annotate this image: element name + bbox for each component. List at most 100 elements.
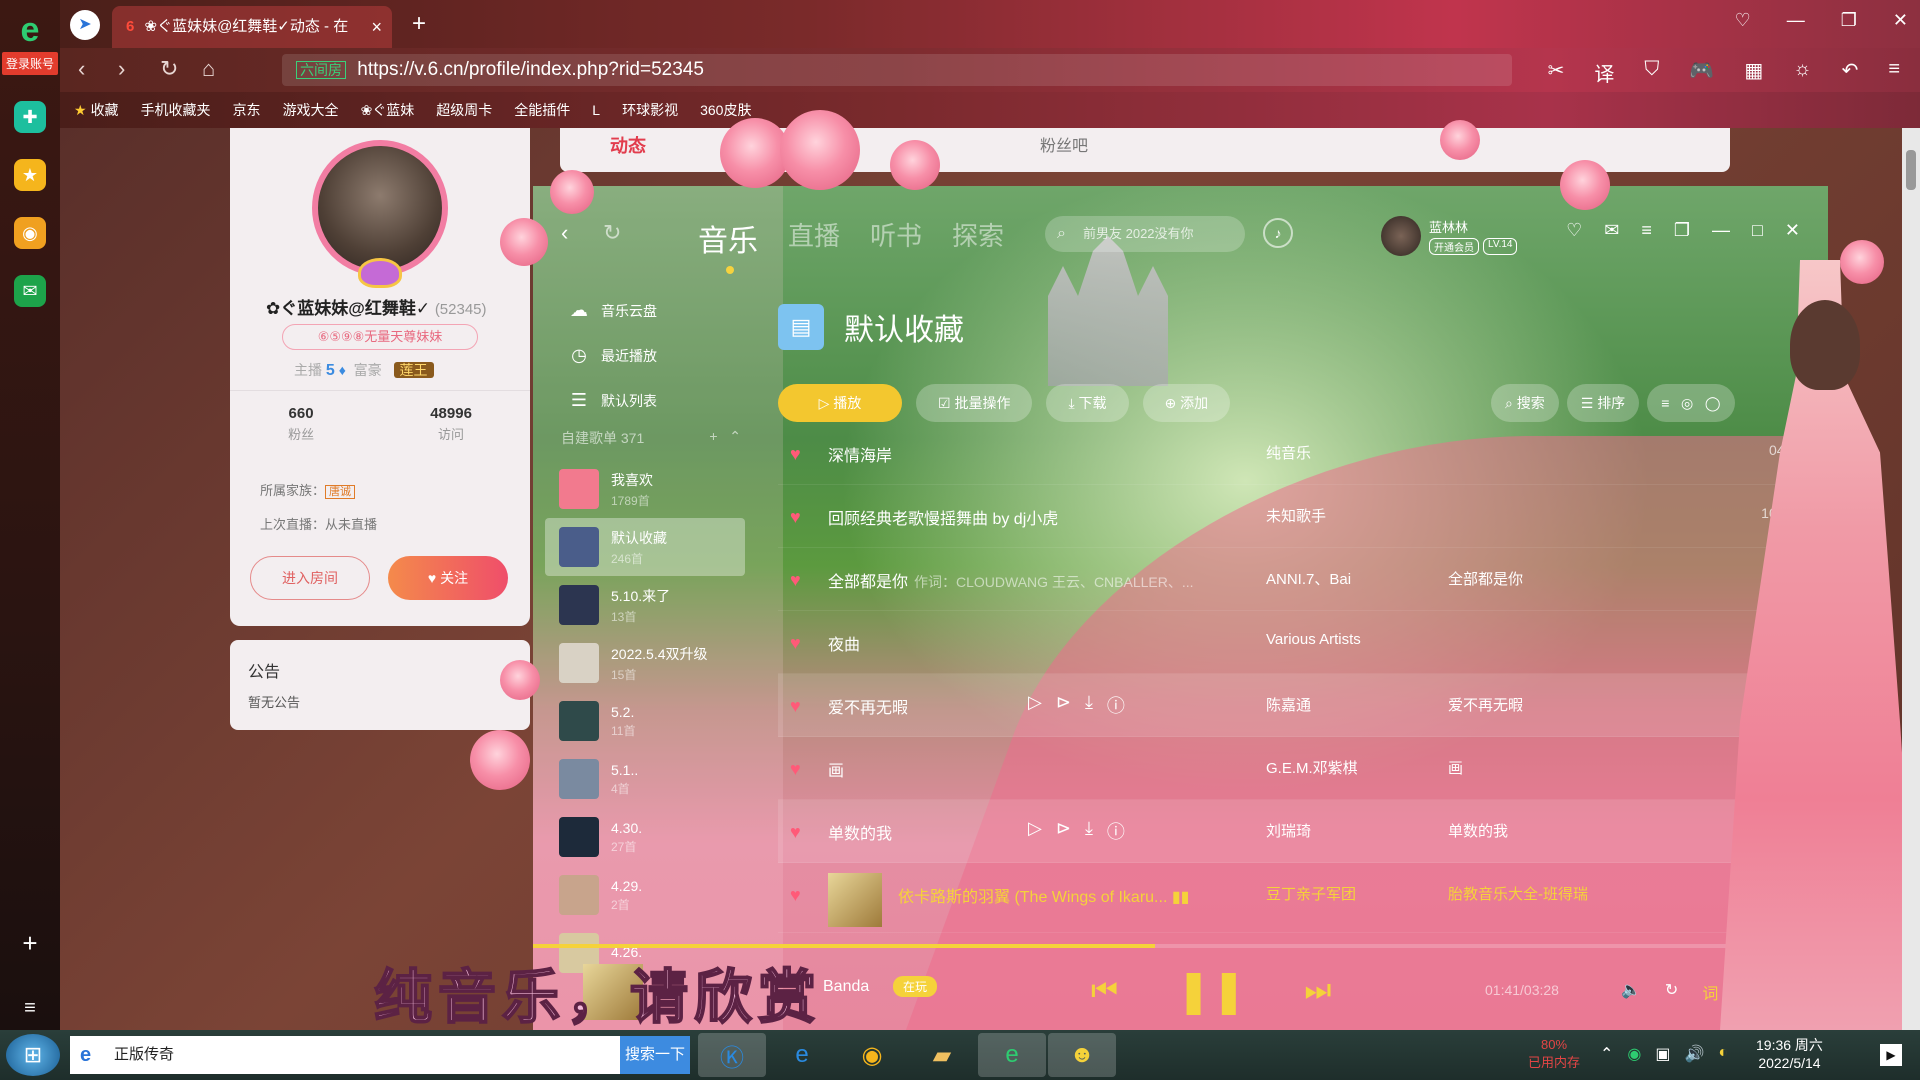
brightness-icon[interactable]: ☼ (1793, 58, 1811, 87)
skin-icon[interactable]: ♡ (1735, 10, 1751, 31)
bookmark-item[interactable]: 环球影视 (622, 100, 678, 120)
song-row[interactable]: ♥ 全部都是你 作词：CLOUDWANG 王云、CNBALLER、... ANNI.7… (778, 548, 1808, 611)
lyrics-button[interactable]: 词 (1702, 980, 1718, 1004)
tab-fans-forum[interactable]: 粉丝吧 (1040, 132, 1088, 156)
playlist-item[interactable]: 默认收藏 246首 (545, 518, 745, 576)
bookmark-item[interactable]: 360皮肤 (700, 100, 751, 120)
heart-icon[interactable]: ♥ (790, 885, 801, 906)
avatar[interactable] (312, 140, 448, 276)
undo-icon[interactable]: ↶ (1842, 58, 1859, 87)
fans-stat[interactable]: 660 粉丝 (288, 405, 314, 443)
bookmark-item[interactable]: 京东 (233, 100, 261, 120)
volume-icon[interactable]: 🔊 (1685, 1044, 1705, 1064)
home-icon[interactable]: ⌂ (202, 56, 215, 82)
navigation-icon[interactable]: ➤ (70, 10, 100, 40)
song-artist[interactable]: 豆丁亲子军团 (1266, 883, 1356, 904)
batch-button[interactable]: ☑ 批量操作 (916, 384, 1033, 422)
star-app-icon[interactable]: ★ (14, 159, 46, 191)
player-user[interactable]: 蓝林林 开通会员 LV.14 (1381, 216, 1518, 256)
minimize-icon[interactable]: — (1712, 220, 1730, 241)
song-row[interactable]: ♥单数的我▷⊳⤓ⓘ刘瑞琦单数的我04:31 (778, 800, 1808, 863)
network-icon[interactable]: ▣ (1655, 1044, 1670, 1064)
nav-default-list[interactable]: ☰ 默认列表 (569, 378, 657, 423)
locate-icon[interactable]: ◎ (1681, 395, 1693, 411)
taskbar-search-input[interactable]: e 正版传奇 (70, 1036, 620, 1074)
play-icon[interactable]: ▷ (1028, 692, 1042, 718)
add-to-icon[interactable]: ⊳ (1056, 818, 1071, 844)
playlist-item[interactable]: 4.30. 27首 (545, 808, 745, 866)
close-icon[interactable]: ✕ (1893, 10, 1908, 31)
user-avatar[interactable] (1381, 216, 1421, 256)
chrome-app-icon[interactable]: ◉ (838, 1033, 906, 1077)
song-album[interactable]: 单数的我 (1448, 820, 1508, 841)
tab-explore[interactable]: 探索 (952, 216, 1004, 260)
reload-icon[interactable]: ↻ (160, 56, 178, 82)
play-all-button[interactable]: ▷ 播放 (778, 384, 902, 422)
security-icon[interactable]: ◐ (1718, 1044, 1728, 1064)
folder-app-icon[interactable]: ▰ (908, 1033, 976, 1077)
weibo-icon[interactable]: ◉ (14, 217, 46, 249)
add-button[interactable]: ⊕ 添加 (1142, 384, 1231, 422)
playlist-item[interactable]: 我喜欢 1789首 (545, 460, 745, 518)
bookmark-item[interactable]: L (592, 102, 600, 118)
mini-mode-icon[interactable]: ❐ (1674, 220, 1690, 241)
page-scrollbar[interactable] (1902, 128, 1920, 1030)
enter-room-button[interactable]: 进入房间 (250, 556, 370, 600)
volume-icon[interactable]: 🔈 (1621, 980, 1641, 1004)
mail-icon[interactable]: ✉ (14, 275, 46, 307)
song-row[interactable]: ♥爱不再无暇▷⊳⤓ⓘ陈嘉通爱不再无暇03:42 (778, 674, 1808, 737)
song-artist[interactable]: G.E.M.邓紫棋 (1266, 757, 1358, 778)
playlist-item[interactable]: 5.10.来了 13首 (545, 576, 745, 634)
scissors-icon[interactable]: ✂ (1548, 58, 1565, 87)
skin-icon[interactable]: ♡ (1566, 220, 1582, 241)
login-account-button[interactable]: 登录账号 (1, 52, 58, 75)
url-field[interactable]: 六间房 https://v.6.cn/profile/index.php?rid… (282, 54, 1512, 86)
playlist-item[interactable]: 5.2. 11首 (545, 692, 745, 750)
new-tab-icon[interactable]: + (412, 10, 426, 38)
game-app-icon[interactable]: ☻ (1048, 1033, 1116, 1077)
song-artist[interactable]: 刘瑞琦 (1266, 820, 1311, 841)
bookmark-favorites[interactable]: ★ 收藏 (74, 100, 119, 120)
bookmark-item[interactable]: ❀ぐ蓝妹 (361, 100, 415, 120)
song-artist[interactable]: Various Artists (1266, 631, 1361, 648)
playlist-item[interactable]: 5.1.. 4首 (545, 750, 745, 808)
pause-icon[interactable]: ❚❚ (1176, 966, 1246, 1015)
menu-icon[interactable]: ≡ (24, 997, 36, 1020)
tab-dynamics[interactable]: 动态 (610, 132, 646, 158)
show-desktop-icon[interactable]: ▶ (1880, 1044, 1902, 1066)
user-icon[interactable]: ◯ (1705, 395, 1721, 411)
bookmark-item[interactable]: 超级周卡 (436, 100, 492, 120)
translate-icon[interactable]: 译 (1594, 58, 1614, 87)
add-to-icon[interactable]: ⊳ (1056, 692, 1071, 718)
add-playlist-icon[interactable]: + (709, 428, 717, 444)
browser-logo-icon[interactable]: e (8, 10, 52, 50)
song-artist[interactable]: 陈嘉通 (1266, 694, 1311, 715)
download-icon[interactable]: ⤓ (1085, 692, 1093, 718)
song-row[interactable]: ♥深情海岸纯音乐04:21 (778, 422, 1808, 485)
ie-app-icon[interactable]: e (768, 1033, 836, 1077)
bookmark-item[interactable]: 全能插件 (514, 100, 570, 120)
browser-tab[interactable]: 6 ❀ぐ蓝妹妹@红舞鞋✓动态 - 在 × (112, 6, 392, 48)
playlist-item[interactable]: 2022.5.4双升级 15首 (545, 634, 745, 692)
player-search-input[interactable]: ⌕ 前男友 2022没有你 (1045, 216, 1245, 252)
tab-live[interactable]: 直播 (788, 216, 840, 260)
start-button[interactable]: ⊞ (6, 1034, 60, 1076)
clock[interactable]: 19:36 周六 2022/5/14 (1756, 1036, 1823, 1072)
desktop-lyric[interactable]: 纯音乐，请欣赏 (373, 950, 822, 1034)
song-album[interactable]: 爱不再无暇 (1448, 694, 1523, 715)
tab-music[interactable]: 音乐 (698, 216, 758, 260)
heart-icon[interactable]: ♥ (790, 822, 801, 843)
previous-icon[interactable]: ⏮ (1091, 974, 1118, 1008)
360-browser-app-icon[interactable]: e (978, 1033, 1046, 1077)
song-row[interactable]: ♥画G.E.M.邓紫棋画02:48 (778, 737, 1808, 800)
bookmark-item[interactable]: 游戏大全 (283, 100, 339, 120)
scrollbar-thumb[interactable] (1906, 150, 1916, 190)
download-button[interactable]: ⤓ 下载 (1046, 384, 1129, 422)
heart-icon[interactable]: ♥ (790, 444, 801, 465)
forward-icon[interactable]: › (118, 56, 125, 82)
heart-icon[interactable]: ♥ (790, 633, 801, 654)
listen-identify-icon[interactable]: ♪ (1263, 218, 1293, 248)
close-icon[interactable]: ✕ (1785, 220, 1800, 241)
tab-audiobook[interactable]: 听书 (870, 216, 922, 260)
song-artist[interactable]: 未知歌手 (1266, 505, 1326, 526)
